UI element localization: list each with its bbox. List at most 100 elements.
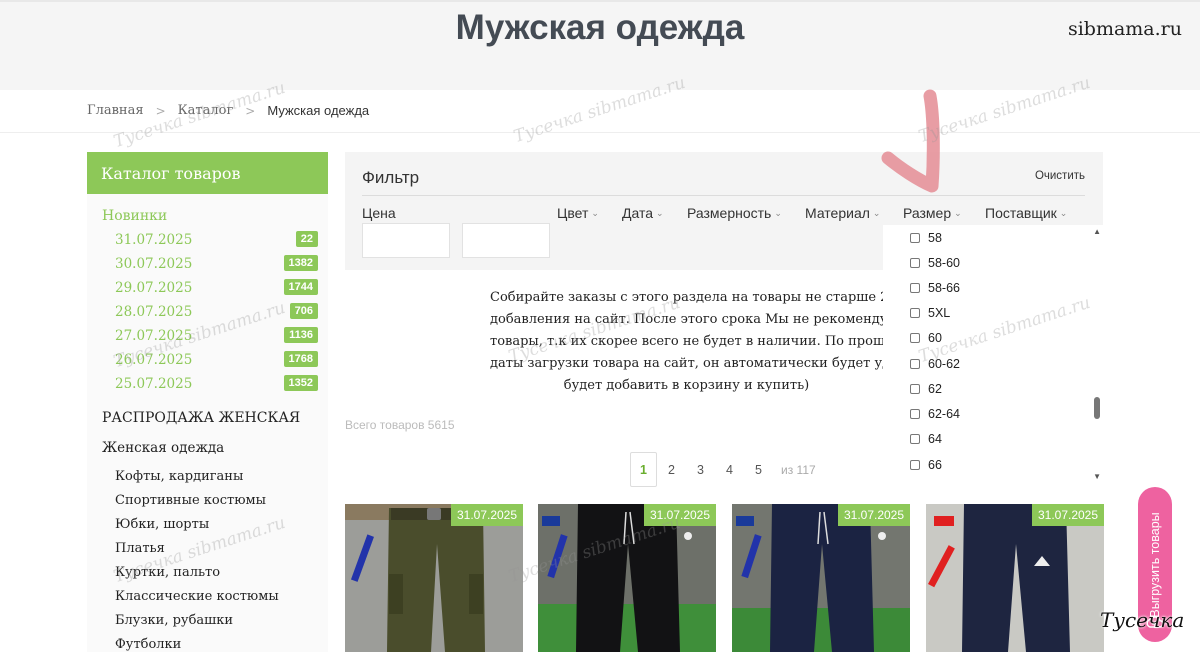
count-badge: 1382 xyxy=(283,255,318,271)
filter-tab-material[interactable]: Материал ⌄ xyxy=(805,205,880,221)
price-to-input[interactable] xyxy=(462,223,550,258)
scroll-down-icon[interactable]: ▼ xyxy=(1093,472,1101,481)
size-option[interactable]: 62-64 xyxy=(910,407,960,421)
sidebar-date-item[interactable]: 26.07.2025 1768 xyxy=(87,348,328,372)
size-option-label: 60 xyxy=(928,331,942,345)
sidebar-date-item[interactable]: 25.07.2025 1352 xyxy=(87,372,328,396)
size-dropdown: ▲ 58 58-60 58-66 5XL 60 60-62 62 62-64 6… xyxy=(883,225,1107,485)
size-option[interactable]: 5XL xyxy=(910,306,950,320)
scroll-up-icon[interactable]: ▲ xyxy=(1093,227,1101,236)
checkbox[interactable] xyxy=(910,333,920,343)
checkbox[interactable] xyxy=(910,409,920,419)
checkbox[interactable] xyxy=(910,233,920,243)
date-label: 25.07.2025 xyxy=(115,376,193,392)
size-option-label: 5XL xyxy=(928,306,951,320)
size-option[interactable]: 60-62 xyxy=(910,357,960,371)
size-option[interactable]: 58 xyxy=(910,231,942,245)
checkbox[interactable] xyxy=(910,460,920,470)
sidebar-date-item[interactable]: 31.07.2025 22 xyxy=(87,228,328,252)
checkbox[interactable] xyxy=(910,308,920,318)
filter-tab-size[interactable]: Размер ⌄ xyxy=(903,205,962,221)
count-badge: 706 xyxy=(289,303,318,319)
page-button-active[interactable]: 1 xyxy=(630,452,657,487)
sidebar-subitem[interactable]: Классические костюмы xyxy=(87,584,328,608)
notice-text: Собирайте заказы с этого раздела на това… xyxy=(490,287,883,397)
sidebar-subitem[interactable]: Куртки, пальто xyxy=(87,560,328,584)
page-button[interactable]: 3 xyxy=(686,454,715,486)
filter-tab-supplier[interactable]: Поставщик ⌄ xyxy=(985,205,1067,221)
checkbox[interactable] xyxy=(910,258,920,268)
product-image xyxy=(345,504,523,652)
filter-tab-label: Цвет xyxy=(557,205,589,221)
size-option-label: 62 xyxy=(928,382,942,396)
filter-tab-date[interactable]: Дата ⌄ xyxy=(622,205,664,221)
product-card[interactable]: 31.07.2025 xyxy=(345,504,523,652)
sidebar-item-women[interactable]: Женская одежда xyxy=(87,440,328,464)
notice-line: Собирайте заказы с этого раздела на това… xyxy=(490,290,883,305)
divider xyxy=(0,132,1200,133)
size-option[interactable]: 64 xyxy=(910,432,942,446)
size-option-label: 60-62 xyxy=(928,357,960,371)
sidebar-item-sale[interactable]: РАСПРОДАЖА ЖЕНСКАЯ xyxy=(87,410,328,436)
chevron-down-icon: ⌄ xyxy=(872,207,881,218)
sidebar-title[interactable]: Каталог товаров xyxy=(87,152,328,194)
sidebar-date-item[interactable]: 30.07.2025 1382 xyxy=(87,252,328,276)
size-option-label: 62-64 xyxy=(928,407,960,421)
sidebar-subitem[interactable]: Платья xyxy=(87,536,328,560)
size-option-label: 58-66 xyxy=(928,281,960,295)
price-from-input[interactable] xyxy=(362,223,450,258)
chevron-down-icon: ⌄ xyxy=(1059,207,1068,218)
chevron-down-icon: ⌄ xyxy=(954,207,962,218)
size-option[interactable]: 62 xyxy=(910,382,942,396)
sidebar-subitem[interactable]: Блузки, рубашки xyxy=(87,608,328,632)
page-button[interactable]: 5 xyxy=(744,454,773,486)
clear-filter-button[interactable]: Очистить xyxy=(1035,170,1085,182)
page-title: Мужская одежда xyxy=(455,8,745,47)
chevron-right-icon: > xyxy=(155,103,166,118)
sidebar-subitem[interactable]: Спортивные костюмы xyxy=(87,488,328,512)
date-label: 27.07.2025 xyxy=(115,328,193,344)
checkbox[interactable] xyxy=(910,283,920,293)
date-label: 31.07.2025 xyxy=(115,232,193,248)
notice-line: товары, т.к их скорее всего не будет в н… xyxy=(490,334,883,349)
date-badge: 31.07.2025 xyxy=(838,504,910,526)
product-card[interactable]: 31.07.2025 xyxy=(732,504,910,652)
sidebar-subitem[interactable]: Кофты, кардиганы xyxy=(87,464,328,488)
size-option-label: 66 xyxy=(928,458,942,472)
checkbox[interactable] xyxy=(910,359,920,369)
sidebar-item-new[interactable]: Новинки xyxy=(87,208,328,228)
page-button[interactable]: 4 xyxy=(715,454,744,486)
sidebar-date-item[interactable]: 29.07.2025 1744 xyxy=(87,276,328,300)
notice-line: даты загрузки товара на сайт, он автомат… xyxy=(490,356,883,371)
page-button[interactable]: 2 xyxy=(657,454,686,486)
count-badge: 1744 xyxy=(283,279,318,295)
filter-tab-label: Материал xyxy=(805,205,870,221)
checkbox[interactable] xyxy=(910,434,920,444)
signature-text: Тусечка xyxy=(1100,608,1185,632)
chevron-down-icon: ⌄ xyxy=(774,207,782,218)
site-watermark-text: sibmama.ru xyxy=(1067,18,1182,40)
size-option[interactable]: 66 xyxy=(910,458,942,472)
size-option[interactable]: 58-66 xyxy=(910,281,960,295)
date-label: 30.07.2025 xyxy=(115,256,193,272)
scrollbar-thumb[interactable] xyxy=(1094,397,1100,419)
chevron-down-icon: ⌄ xyxy=(656,207,664,218)
sidebar-subitem[interactable]: Юбки, шорты xyxy=(87,512,328,536)
size-option-label: 64 xyxy=(928,432,942,446)
breadcrumb-home[interactable]: Главная xyxy=(87,103,144,118)
checkbox[interactable] xyxy=(910,384,920,394)
size-option[interactable]: 58-60 xyxy=(910,256,960,270)
product-card[interactable]: 31.07.2025 xyxy=(538,504,716,652)
filter-tab-color[interactable]: Цвет ⌄ xyxy=(557,205,599,221)
filter-tab-dimension[interactable]: Размерность ⌄ xyxy=(687,205,782,221)
count-badge: 1768 xyxy=(283,351,318,367)
breadcrumb-catalog[interactable]: Каталог xyxy=(178,103,234,118)
count-badge: 1136 xyxy=(284,327,318,343)
product-card[interactable]: 31.07.2025 xyxy=(926,504,1104,652)
sidebar-date-item[interactable]: 27.07.2025 1136 xyxy=(87,324,328,348)
date-label: 29.07.2025 xyxy=(115,280,193,296)
sidebar-date-item[interactable]: 28.07.2025 706 xyxy=(87,300,328,324)
pagination: 1 2 3 4 5 из 117 xyxy=(630,452,816,487)
size-option[interactable]: 60 xyxy=(910,331,942,345)
sidebar-subitem[interactable]: Футболки xyxy=(87,632,328,652)
